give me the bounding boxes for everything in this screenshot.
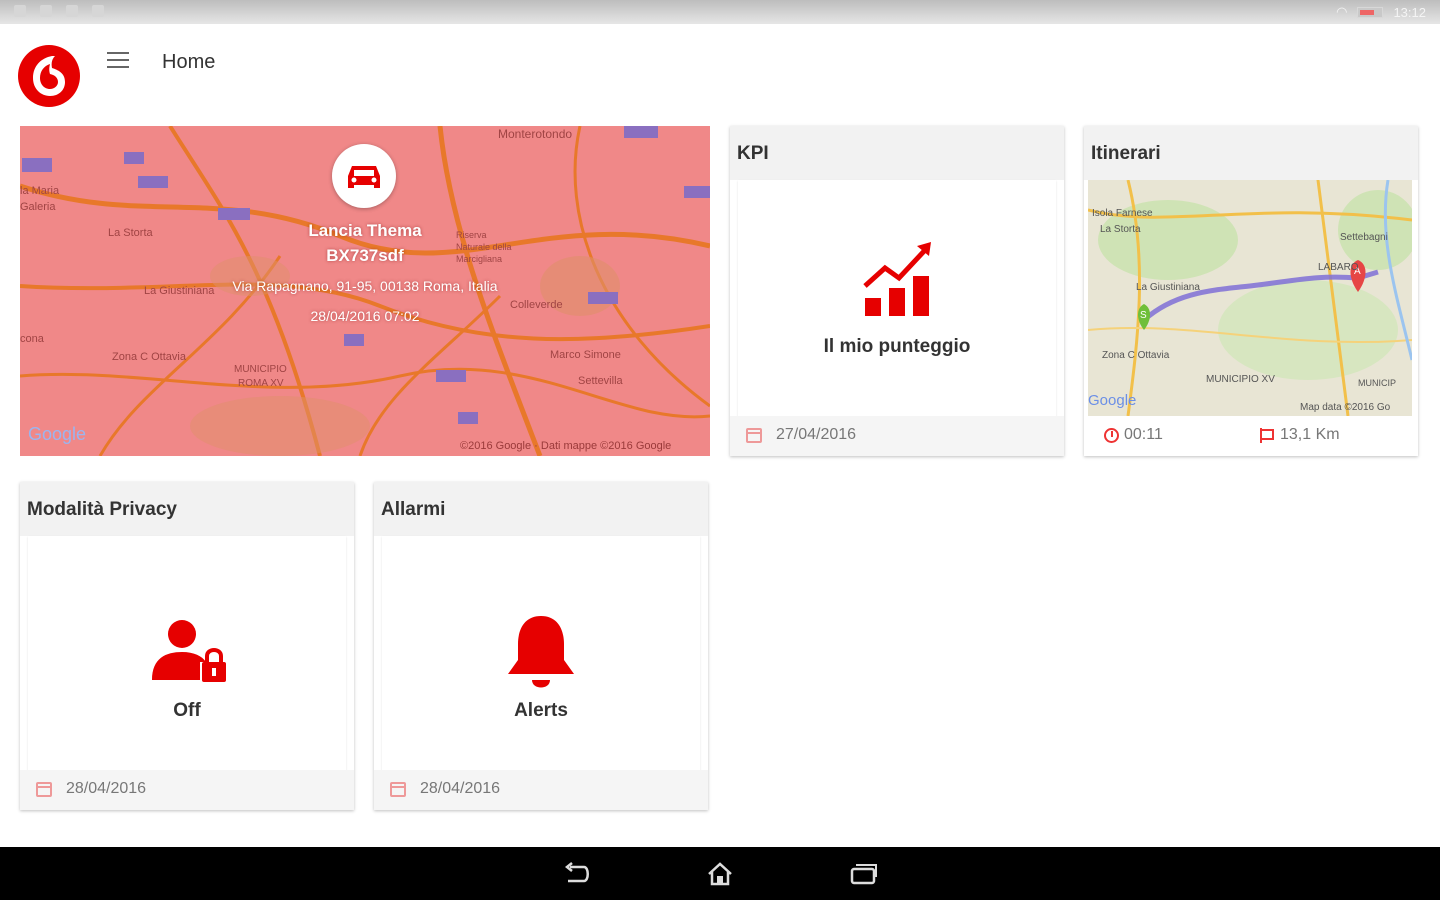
card-body: Off [28, 536, 346, 772]
card-footer: 28/04/2016 [20, 770, 354, 810]
svg-text:cona: cona [20, 333, 45, 345]
google-logo: Google [1088, 392, 1137, 409]
card-date: 28/04/2016 [420, 780, 501, 797]
route-map: S A Isola Farnese La Storta Settebagni L… [1088, 180, 1412, 416]
svg-text:la Maria: la Maria [20, 185, 60, 197]
card-footer: 00:11 13,1 Km [1088, 416, 1412, 456]
flag-icon [1260, 428, 1274, 443]
svg-text:MUNICIPIO: MUNICIPIO [234, 364, 287, 375]
svg-text:Settevilla: Settevilla [578, 375, 624, 387]
trip-distance: 13,1 Km [1280, 426, 1340, 443]
map-data-attribution: Map data ©2016 Go [1300, 402, 1391, 413]
svg-text:Galeria: Galeria [20, 201, 56, 213]
card-date: 28/04/2016 [66, 780, 147, 797]
card-title: Modalità Privacy [27, 499, 177, 520]
card-date: 27/04/2016 [776, 426, 857, 443]
card-title: Itinerari [1091, 143, 1161, 164]
calendar-icon [746, 428, 762, 443]
wifi-icon: ◠ [1336, 4, 1348, 19]
page-title: Home [162, 51, 216, 73]
card-footer: 28/04/2016 [374, 770, 708, 810]
card-title: Allarmi [381, 499, 446, 520]
svg-text:Zona C Ottavia: Zona C Ottavia [1102, 350, 1170, 361]
svg-text:MUNICIPIO XV: MUNICIPIO XV [1206, 374, 1275, 385]
svg-text:ROMA XV: ROMA XV [238, 378, 284, 389]
kpi-score-label: Il mio punteggio [823, 336, 971, 357]
notification-icon [92, 5, 104, 17]
card-header: Itinerari [1084, 126, 1418, 180]
svg-text:Settebagni: Settebagni [1340, 232, 1388, 243]
card-body: Il mio punteggio [738, 180, 1056, 416]
vehicle-name: Lancia Thema [308, 221, 422, 240]
card-header: KPI [730, 126, 1064, 180]
user-lock-icon [152, 620, 226, 682]
alarms-card[interactable]: Allarmi Alerts 28/04/2016 [374, 482, 708, 810]
svg-text:Naturale della: Naturale della [456, 242, 512, 252]
svg-text:Marcigliana: Marcigliana [456, 254, 502, 264]
card-body: Alerts [382, 536, 700, 772]
bell-icon [508, 616, 574, 688]
hamburger-menu-icon[interactable] [107, 52, 129, 70]
status-bar: ◠ 13:12 [0, 0, 1440, 24]
car-location-pin[interactable] [332, 144, 396, 208]
chart-growth-icon [863, 242, 931, 316]
notification-icons [14, 5, 104, 17]
svg-text:LABARO: LABARO [1318, 262, 1359, 273]
home-icon[interactable] [705, 861, 735, 887]
clock-icon [1104, 428, 1119, 443]
trip-duration: 00:11 [1124, 426, 1163, 443]
vehicle-timestamp: 28/04/2016 07:02 [310, 308, 420, 324]
svg-text:La Storta: La Storta [108, 227, 154, 239]
card-header: Modalità Privacy [20, 482, 354, 536]
map-copyright: ©2016 Google · Dati mappe ©2016 Google [460, 440, 672, 452]
svg-text:Monterotondo: Monterotondo [498, 127, 572, 141]
battery-icon [1357, 6, 1384, 18]
svg-text:S: S [1140, 310, 1147, 321]
vehicle-plate: BX737sdf [326, 246, 404, 265]
notification-icon [40, 5, 52, 17]
back-icon[interactable] [562, 861, 592, 887]
calendar-icon [36, 782, 52, 797]
svg-text:MUNICIP: MUNICIP [1358, 378, 1396, 388]
vodafone-logo[interactable] [17, 44, 81, 108]
car-icon [348, 166, 380, 188]
vehicle-location-map[interactable]: Monterotondo la Maria Galeria La Storta … [20, 126, 710, 456]
svg-text:Colleverde: Colleverde [510, 299, 563, 311]
notification-icon [14, 5, 26, 17]
privacy-status-label: Off [173, 700, 201, 721]
svg-text:Isola Farnese: Isola Farnese [1092, 208, 1153, 219]
itinerary-map[interactable]: S A Isola Farnese La Storta Settebagni L… [1088, 180, 1412, 416]
svg-text:La Giustiniana: La Giustiniana [1136, 282, 1200, 293]
notification-icon [66, 5, 78, 17]
card-title: KPI [737, 143, 769, 164]
recent-apps-icon[interactable] [848, 861, 878, 887]
clock-text: 13:12 [1393, 4, 1426, 20]
svg-text:Zona C Ottavia: Zona C Ottavia [112, 351, 187, 363]
google-logo: Google [28, 424, 87, 444]
svg-text:Marco Simone: Marco Simone [550, 349, 621, 361]
kpi-card[interactable]: KPI Il mio punteggio 27/04/2016 [730, 126, 1064, 456]
itinerari-card[interactable]: Itinerari S A Isola Farnese La Storta Se… [1084, 126, 1418, 456]
card-footer: 27/04/2016 [730, 416, 1064, 456]
calendar-icon [390, 782, 406, 797]
vehicle-address: Via Rapagnano, 91-95, 00138 Roma, Italia [232, 278, 498, 294]
system-navigation-bar [0, 847, 1440, 900]
privacy-mode-card[interactable]: Modalità Privacy Off 28/04/2016 [20, 482, 354, 810]
alarm-status-label: Alerts [514, 700, 568, 721]
card-header: Allarmi [374, 482, 708, 536]
svg-text:La Storta: La Storta [1100, 224, 1141, 235]
app-bar: Home [0, 24, 1440, 110]
svg-text:Riserva: Riserva [456, 230, 487, 240]
